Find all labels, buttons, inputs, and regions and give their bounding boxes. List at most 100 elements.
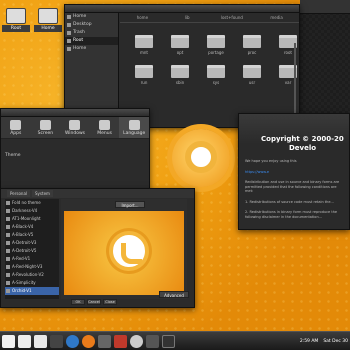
tab-personal[interactable]: Personal <box>7 190 31 197</box>
list-item[interactable]: Fold no theme <box>5 199 59 207</box>
theme-icon <box>6 273 10 277</box>
folder-item[interactable]: sys <box>198 65 234 89</box>
folder-item[interactable]: usr <box>234 65 270 89</box>
about-text: We hope you enjoy using this <box>245 159 297 163</box>
folder-item[interactable]: sbin <box>162 65 198 89</box>
browser-icon[interactable] <box>66 334 79 348</box>
folder-icon <box>171 65 189 78</box>
license-item: 2. Redistributions in binary form must r… <box>245 210 338 219</box>
list-item[interactable]: A-Black-V4 <box>5 223 59 231</box>
pager-icon[interactable] <box>162 334 175 348</box>
folder-item[interactable]: root <box>270 35 306 59</box>
theme-icon <box>6 257 10 261</box>
title-bar[interactable] <box>1 109 149 117</box>
sidebar-item-root[interactable]: Root <box>65 37 118 45</box>
tool-screen[interactable]: Screen <box>31 117 61 138</box>
home-folder-icon <box>38 8 58 24</box>
theme-icon <box>6 265 10 269</box>
path-bar: home lib lost+found media <box>120 13 299 23</box>
desktop-icon-root[interactable]: Root <box>2 8 30 32</box>
close-button[interactable]: Close <box>103 299 117 305</box>
list-item[interactable]: Darkness-V4 <box>5 207 59 215</box>
theme-icon <box>6 241 10 245</box>
import-button[interactable]: Import... <box>115 201 145 208</box>
copyright-title: Copyright © 2000-20 <box>261 135 344 143</box>
theme-icon <box>6 217 10 221</box>
list-item[interactable]: A-Detroit-V5 <box>5 247 59 255</box>
theme-icon <box>6 233 10 237</box>
sidebar-item-desktop[interactable]: Desktop <box>65 21 118 29</box>
clock: 2:59 AM Sat Dec 30 <box>299 338 348 344</box>
folder-item[interactable]: mnt <box>126 35 162 59</box>
section-label: Theme <box>5 153 21 158</box>
folder-icon <box>135 65 153 78</box>
title-bar[interactable] <box>65 5 299 13</box>
tool-language[interactable]: Language <box>119 117 149 138</box>
sidebar-item-home2[interactable]: Home <box>65 45 118 53</box>
ok-button[interactable]: OK <box>71 299 85 305</box>
list-item[interactable]: AT1-Moonlight <box>5 215 59 223</box>
scrollbar[interactable] <box>294 43 296 123</box>
tool-menus[interactable]: Menus <box>90 117 120 138</box>
right-panel <box>300 0 350 113</box>
folder-item[interactable]: run <box>126 65 162 89</box>
window-thumb[interactable] <box>2 334 15 348</box>
language-icon <box>128 120 140 130</box>
folder-icon <box>207 35 225 48</box>
folder-icon <box>171 35 189 48</box>
firefox-icon[interactable] <box>82 334 95 348</box>
window-thumb[interactable] <box>34 334 47 348</box>
terminal-icon[interactable] <box>98 334 111 348</box>
folder-item[interactable]: proc <box>234 35 270 59</box>
list-item[interactable]: A-Detroit-V3 <box>5 239 59 247</box>
dialog-tabs: Personal System <box>1 189 194 198</box>
computer-icon <box>6 8 26 24</box>
sidebar-item-trash[interactable]: Trash <box>65 29 118 37</box>
preview-image <box>64 211 184 295</box>
list-item[interactable]: A-Revolution-V2 <box>5 271 59 279</box>
menus-icon <box>99 120 111 130</box>
tool-windows[interactable]: Windows <box>60 117 90 138</box>
windows-icon <box>69 120 81 130</box>
theme-list: Fold no theme Darkness-V4 AT1-Moonlight … <box>5 199 59 299</box>
files-icon[interactable] <box>146 334 159 348</box>
crumb[interactable]: media <box>254 13 299 22</box>
theme-icon <box>6 289 10 293</box>
panel-bar <box>300 0 350 14</box>
home-icon <box>67 47 71 51</box>
folder-item[interactable]: opt <box>162 35 198 59</box>
crumb[interactable]: home <box>120 13 165 22</box>
cancel-button[interactable]: Cancel <box>87 299 101 305</box>
license-text: Redistribution and use in source and bin… <box>245 180 340 193</box>
about-link[interactable]: https://www.e <box>239 167 350 178</box>
chrome-icon[interactable] <box>130 334 143 348</box>
tool-apps[interactable]: Apps <box>1 117 31 138</box>
taskbar: 2:59 AM Sat Dec 30 <box>0 331 350 350</box>
theme-icon <box>6 201 10 205</box>
developer-title: Develo <box>289 144 317 152</box>
folder-item[interactable]: portage <box>198 35 234 59</box>
window-thumb[interactable] <box>18 334 31 348</box>
crumb[interactable]: lost+found <box>210 13 255 22</box>
list-item[interactable]: A-Red-Night-V3 <box>5 263 59 271</box>
list-item[interactable]: A-Black-V5 <box>5 231 59 239</box>
tab-system[interactable]: System <box>32 190 53 197</box>
license-item: 1. Redistributions of source code must r… <box>245 199 334 204</box>
desktop-icon <box>67 23 71 27</box>
about-window: Copyright © 2000-20 Develo We hope you e… <box>238 113 350 230</box>
app-icon[interactable] <box>114 334 127 348</box>
folder-item[interactable]: var <box>270 65 306 89</box>
screen-icon <box>39 120 51 130</box>
crumb[interactable]: lib <box>165 13 210 22</box>
list-item[interactable]: A-Red-V1 <box>5 255 59 263</box>
folder-icon <box>243 65 261 78</box>
list-item[interactable]: A-Simplicity <box>5 279 59 287</box>
list-item-selected[interactable]: Orchid-V1 <box>5 287 59 295</box>
window-thumb[interactable] <box>50 334 63 348</box>
apps-icon <box>10 120 22 130</box>
desktop-icon-home[interactable]: Home <box>34 8 62 32</box>
folder-icon <box>207 65 225 78</box>
advanced-button[interactable]: Advanced <box>159 291 189 298</box>
sidebar-item-home[interactable]: Home <box>65 13 118 21</box>
theme-preview: Import... <box>61 199 187 299</box>
